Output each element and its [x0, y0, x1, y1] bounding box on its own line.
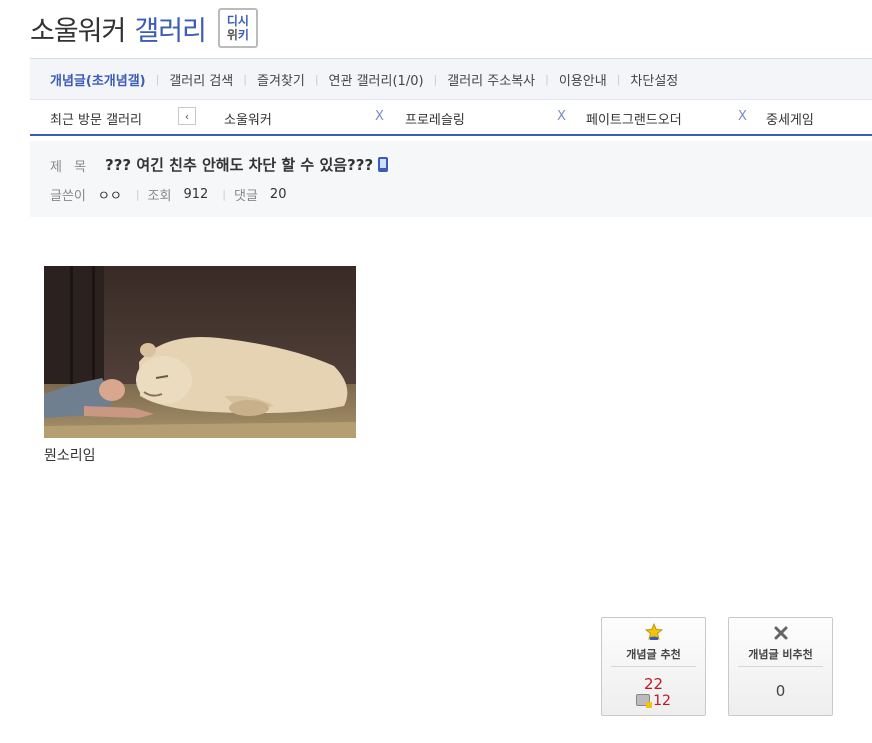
- author-name[interactable]: ㅇㅇ: [98, 185, 122, 204]
- prev-arrow-icon[interactable]: ‹: [178, 107, 196, 125]
- recent-gallery-item[interactable]: 페이트그랜드오더: [586, 109, 682, 128]
- comments-label: 댓글: [234, 189, 258, 204]
- recommend-label: 개념글 추천: [626, 648, 681, 661]
- not-recommend-count: 0: [775, 682, 786, 700]
- gallery-name[interactable]: 소울워커: [30, 9, 126, 48]
- comments-count[interactable]: 20: [270, 187, 287, 202]
- recommend-count: 22: [643, 675, 664, 693]
- fixed-recommend-count: 12: [602, 693, 705, 709]
- post-image[interactable]: [44, 266, 356, 438]
- x-icon: [729, 623, 832, 641]
- menu-block-settings[interactable]: 차단설정: [630, 70, 678, 89]
- wiki-badge-line2: 위키: [226, 28, 249, 42]
- wiki-badge-line1: 디시: [226, 14, 249, 28]
- gallery-title: 소울워커 갤러리 디시 위키: [30, 8, 258, 48]
- menu-favorites[interactable]: 즐겨찾기: [257, 70, 305, 89]
- star-icon: [602, 623, 705, 641]
- close-icon[interactable]: X: [557, 109, 566, 124]
- menu-related-gallery[interactable]: 연관 갤러리(1/0): [329, 70, 424, 89]
- menu-copy-address[interactable]: 갤러리 주소복사: [447, 70, 535, 89]
- lion-photo: [44, 266, 356, 438]
- not-recommend-label: 개념글 비추천: [748, 648, 813, 661]
- post-header: 제 목 ??? 여긴 친추 안해도 차단 할 수 있음??? 글쓴이 ㅇㅇ | …: [30, 141, 872, 217]
- recent-gallery-item[interactable]: 중세게임: [766, 109, 814, 128]
- fixed-user-icon: [636, 694, 653, 708]
- close-icon[interactable]: X: [375, 109, 384, 124]
- recent-label: 최근 방문 갤러리: [50, 113, 142, 128]
- close-icon[interactable]: X: [738, 109, 747, 124]
- post-meta: 글쓴이 ㅇㅇ | 조회 912 | 댓글 20: [50, 185, 287, 204]
- menu-usage-guide[interactable]: 이용안내: [559, 70, 607, 89]
- not-recommend-button[interactable]: 개념글 비추천 0: [728, 617, 833, 716]
- recommend-button[interactable]: 개념글 추천 22 12: [601, 617, 706, 716]
- gallery-suffix[interactable]: 갤러리: [134, 9, 207, 48]
- gallery-menu-bar: 개념글(초개념갤) | 갤러리 검색 | 즐겨찾기 | 연관 갤러리(1/0) …: [30, 58, 872, 100]
- views-count: 912: [183, 187, 209, 202]
- recent-gallery-bar: 최근 방문 갤러리 ‹ 소울워커 X 프로레슬링 X 페이트그랜드오더 X 중세…: [30, 100, 872, 136]
- menu-gallery-search[interactable]: 갤러리 검색: [169, 70, 233, 89]
- mobile-icon: [378, 157, 389, 172]
- title-label: 제 목: [50, 160, 91, 175]
- author-label: 글쓴이: [50, 189, 86, 204]
- views-label: 조회: [147, 189, 172, 204]
- post-title: ??? 여긴 친추 안해도 차단 할 수 있음???: [105, 154, 389, 175]
- dcwiki-button[interactable]: 디시 위키: [217, 8, 258, 48]
- recent-gallery-item[interactable]: 소울워커: [224, 109, 272, 128]
- recent-gallery-item[interactable]: 프로레슬링: [405, 109, 465, 128]
- post-body-text: 뭔소리임: [44, 448, 96, 464]
- menu-concept-posts[interactable]: 개념글(초개념갤): [50, 70, 146, 89]
